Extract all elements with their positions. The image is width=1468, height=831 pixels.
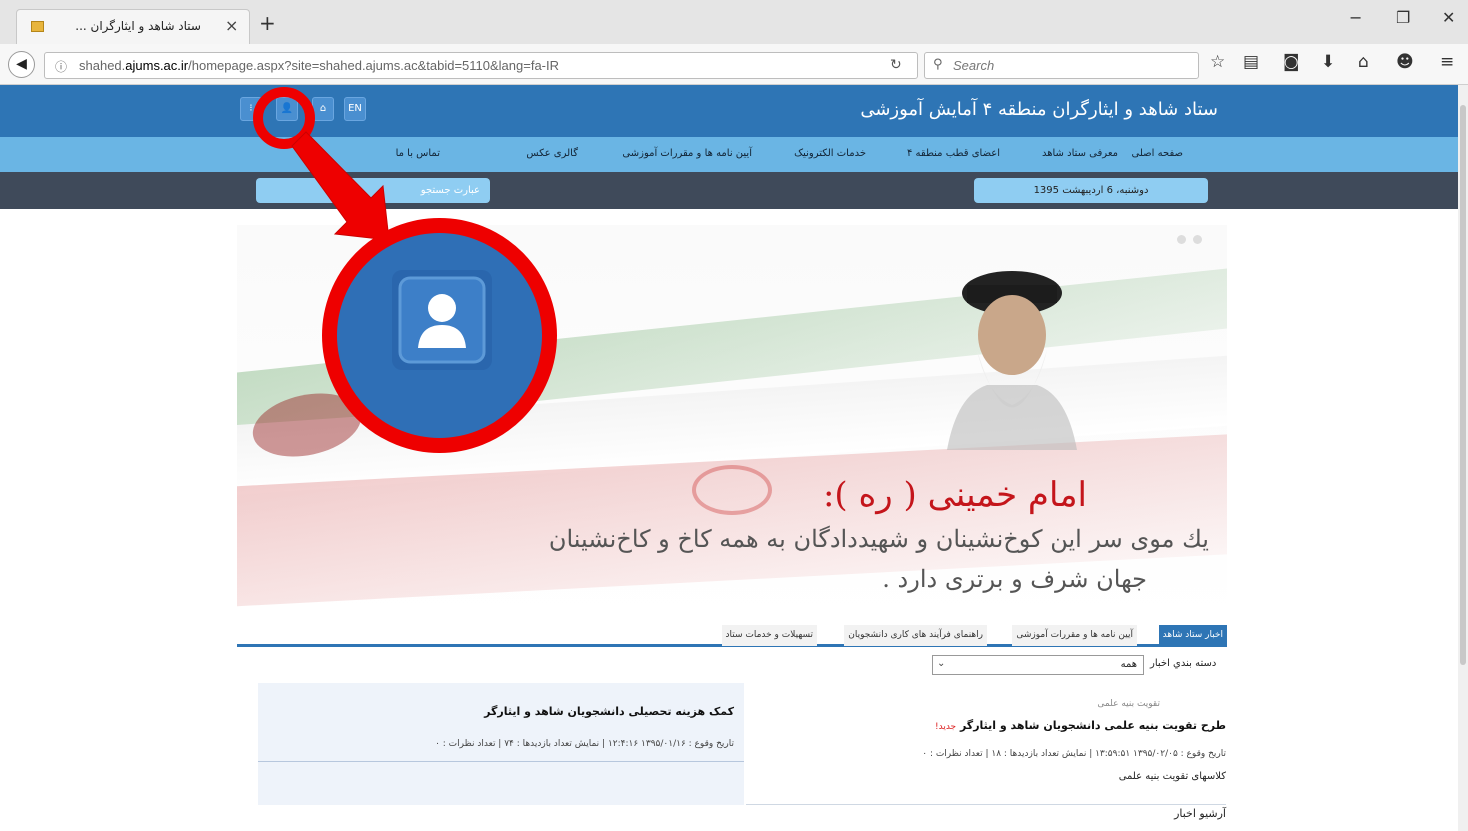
zoom-circle xyxy=(322,218,557,453)
annotation-arrow-icon xyxy=(291,131,390,241)
user-icon-zoomed xyxy=(392,270,492,370)
